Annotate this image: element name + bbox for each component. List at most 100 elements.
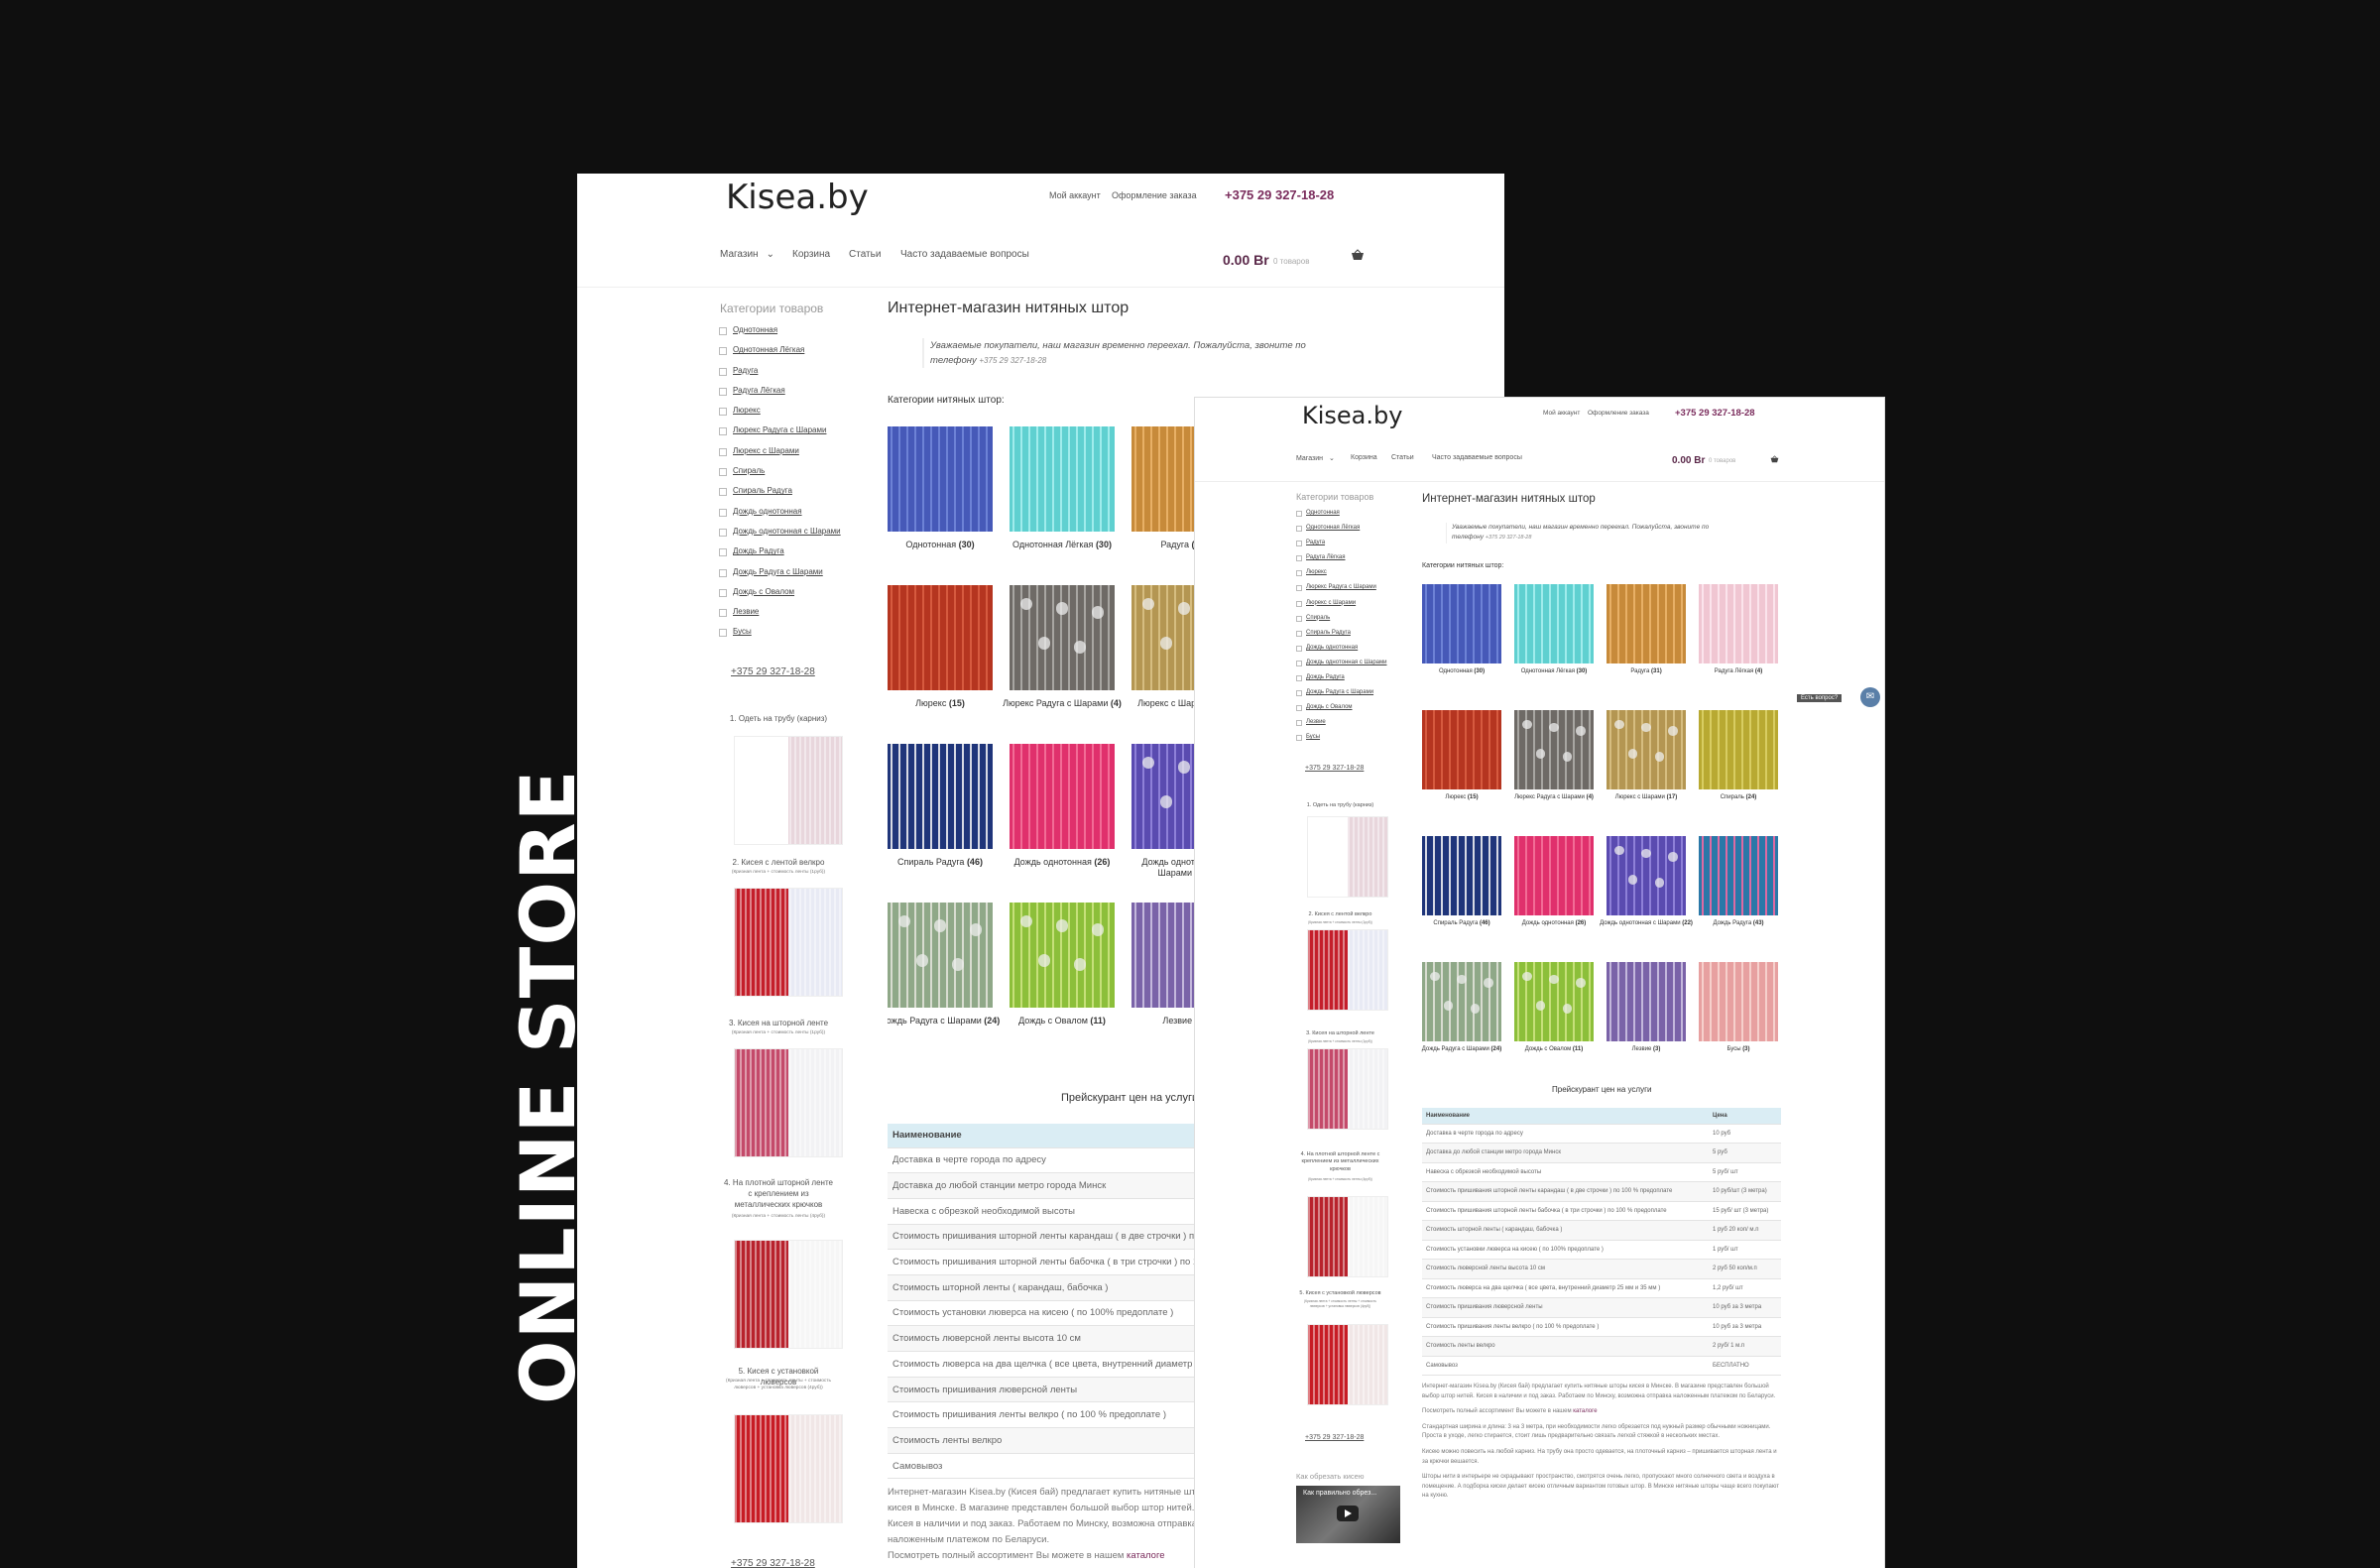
- product-caption[interactable]: Дождь однотонная с Шарами (22): [1599, 920, 1694, 927]
- site-logo[interactable]: Kisea.by: [726, 178, 869, 217]
- video-player[interactable]: Как правильно обрез...: [1296, 1486, 1400, 1543]
- category-link[interactable]: Радуга: [719, 361, 841, 381]
- product-image[interactable]: [1699, 962, 1778, 1041]
- category-link[interactable]: Люрекс Радуга с Шарами: [719, 421, 841, 440]
- product-image[interactable]: [1606, 584, 1686, 663]
- category-link[interactable]: Люрекс с Шарами: [1295, 596, 1386, 611]
- category-link[interactable]: Люрекс Радуга с Шарами: [1295, 580, 1386, 595]
- product-image[interactable]: [1010, 426, 1115, 532]
- my-account-link-small[interactable]: Мой аккаунт: [1543, 410, 1580, 417]
- chat-icon[interactable]: ✉: [1860, 687, 1880, 707]
- category-link[interactable]: Бусы: [1295, 730, 1386, 745]
- product-caption[interactable]: Однотонная (30): [888, 540, 1001, 550]
- product-image[interactable]: [1699, 710, 1778, 789]
- product-caption[interactable]: Спираль Радуга (46): [888, 857, 1001, 868]
- sidebar-phone[interactable]: +375 29 327-18-28: [731, 666, 815, 677]
- category-link[interactable]: Дождь однотонная с Шарами: [1295, 656, 1386, 670]
- basket-icon[interactable]: [1351, 249, 1365, 261]
- category-link[interactable]: Дождь Радуга с Шарами: [1295, 685, 1386, 700]
- checkout-link-small[interactable]: Оформление заказа: [1588, 410, 1649, 417]
- product-image[interactable]: [1514, 710, 1594, 789]
- category-link[interactable]: Дождь Радуга с Шарами: [719, 562, 841, 582]
- category-link[interactable]: Дождь с Овалом: [719, 582, 841, 602]
- category-link[interactable]: Лезвие: [719, 602, 841, 622]
- category-link[interactable]: Однотонная: [1295, 506, 1386, 521]
- product-caption[interactable]: Радуга Лёгкая (4): [1691, 668, 1786, 675]
- product-caption[interactable]: Лезвие (3): [1599, 1046, 1694, 1053]
- category-link[interactable]: Спираль: [719, 461, 841, 481]
- product-image[interactable]: [1606, 836, 1686, 915]
- category-link[interactable]: Радуга Лёгкая: [719, 381, 841, 401]
- nav-faq-small[interactable]: Часто задаваемые вопросы: [1432, 454, 1522, 461]
- category-link[interactable]: Люрекс: [1295, 565, 1386, 580]
- product-image[interactable]: [1514, 584, 1594, 663]
- service-photo[interactable]: [734, 888, 843, 997]
- product-image[interactable]: [1422, 584, 1501, 663]
- service-photo[interactable]: [734, 1240, 843, 1349]
- product-caption[interactable]: Однотонная (30): [1414, 668, 1509, 675]
- nav-articles-small[interactable]: Статьи: [1391, 454, 1414, 461]
- product-image[interactable]: [1010, 744, 1115, 849]
- product-caption[interactable]: Люрекс (15): [1414, 794, 1509, 801]
- category-link[interactable]: Дождь однотонная с Шарами: [719, 522, 841, 542]
- category-link[interactable]: Люрекс: [719, 401, 841, 421]
- catalog-link[interactable]: каталоге: [1573, 1408, 1597, 1414]
- chat-widget[interactable]: Есть вопрос? ✉: [1793, 687, 1884, 711]
- service-photo[interactable]: [734, 1048, 843, 1157]
- category-link[interactable]: Однотонная: [719, 320, 841, 340]
- product-caption[interactable]: Люрекс Радуга с Шарами (4): [1506, 794, 1602, 801]
- category-link[interactable]: Дождь с Овалом: [1295, 700, 1386, 715]
- product-caption[interactable]: Спираль (24): [1691, 794, 1786, 801]
- product-caption[interactable]: Спираль Радуга (46): [1414, 920, 1509, 927]
- nav-shop[interactable]: Магазин ⌄: [720, 249, 774, 260]
- product-caption[interactable]: Дождь с Овалом (11): [1002, 1016, 1123, 1026]
- category-link[interactable]: Спираль Радуга: [1295, 626, 1386, 641]
- product-image[interactable]: [1514, 962, 1594, 1041]
- header-phone-small[interactable]: +375 29 327-18-28: [1675, 408, 1755, 419]
- category-link[interactable]: Однотонная Лёгкая: [719, 340, 841, 360]
- category-link[interactable]: Радуга: [1295, 536, 1386, 550]
- product-image[interactable]: [888, 744, 993, 849]
- product-image[interactable]: [1699, 836, 1778, 915]
- service-photo[interactable]: [1307, 929, 1388, 1011]
- header-phone[interactable]: +375 29 327-18-28: [1225, 187, 1334, 202]
- sidebar-phone-small[interactable]: +375 29 327-18-28: [1305, 765, 1364, 772]
- category-link[interactable]: Дождь Радуга: [1295, 670, 1386, 685]
- cart-total[interactable]: 0.00 Br: [1223, 252, 1269, 268]
- product-caption[interactable]: Однотонная Лёгкая (30): [1506, 668, 1602, 675]
- product-image[interactable]: [1422, 836, 1501, 915]
- service-photo[interactable]: [1307, 1048, 1388, 1130]
- product-caption[interactable]: Люрекс (15): [888, 698, 1001, 709]
- my-account-link[interactable]: Мой аккаунт: [1049, 190, 1101, 200]
- category-link[interactable]: Дождь Радуга: [719, 542, 841, 561]
- product-image[interactable]: [888, 426, 993, 532]
- category-link[interactable]: Дождь однотонная: [1295, 641, 1386, 656]
- nav-shop-small[interactable]: Магазин ⌄: [1296, 454, 1335, 462]
- nav-articles[interactable]: Статьи: [849, 249, 881, 260]
- product-caption[interactable]: Дождь Радуга с Шарами (24): [1414, 1046, 1509, 1053]
- product-image[interactable]: [1010, 903, 1115, 1008]
- category-link[interactable]: Бусы: [719, 622, 841, 642]
- category-link[interactable]: Лезвие: [1295, 715, 1386, 730]
- product-image[interactable]: [1010, 585, 1115, 690]
- service-photo[interactable]: [734, 1414, 843, 1523]
- nav-faq[interactable]: Часто задаваемые вопросы: [900, 249, 1029, 260]
- service-photo[interactable]: [1307, 816, 1388, 898]
- product-image[interactable]: [1422, 962, 1501, 1041]
- category-link[interactable]: Дождь однотонная: [719, 502, 841, 522]
- product-image[interactable]: [1422, 710, 1501, 789]
- product-caption[interactable]: Дождь однотонная (26): [1506, 920, 1602, 927]
- nav-cart-small[interactable]: Корзина: [1351, 454, 1377, 461]
- sidebar-phone-bottom-small[interactable]: +375 29 327-18-28: [1305, 1434, 1364, 1441]
- product-image[interactable]: [888, 585, 993, 690]
- product-caption[interactable]: Дождь Радуга (43): [1691, 920, 1786, 927]
- basket-icon[interactable]: [1770, 455, 1779, 463]
- product-caption[interactable]: Люрекс с Шарами (17): [1599, 794, 1694, 801]
- category-link[interactable]: Однотонная Лёгкая: [1295, 521, 1386, 536]
- service-photo[interactable]: [734, 736, 843, 845]
- product-image[interactable]: [1606, 962, 1686, 1041]
- product-image[interactable]: [1699, 584, 1778, 663]
- product-image[interactable]: [1514, 836, 1594, 915]
- service-photo[interactable]: [1307, 1324, 1388, 1405]
- nav-cart[interactable]: Корзина: [792, 249, 830, 260]
